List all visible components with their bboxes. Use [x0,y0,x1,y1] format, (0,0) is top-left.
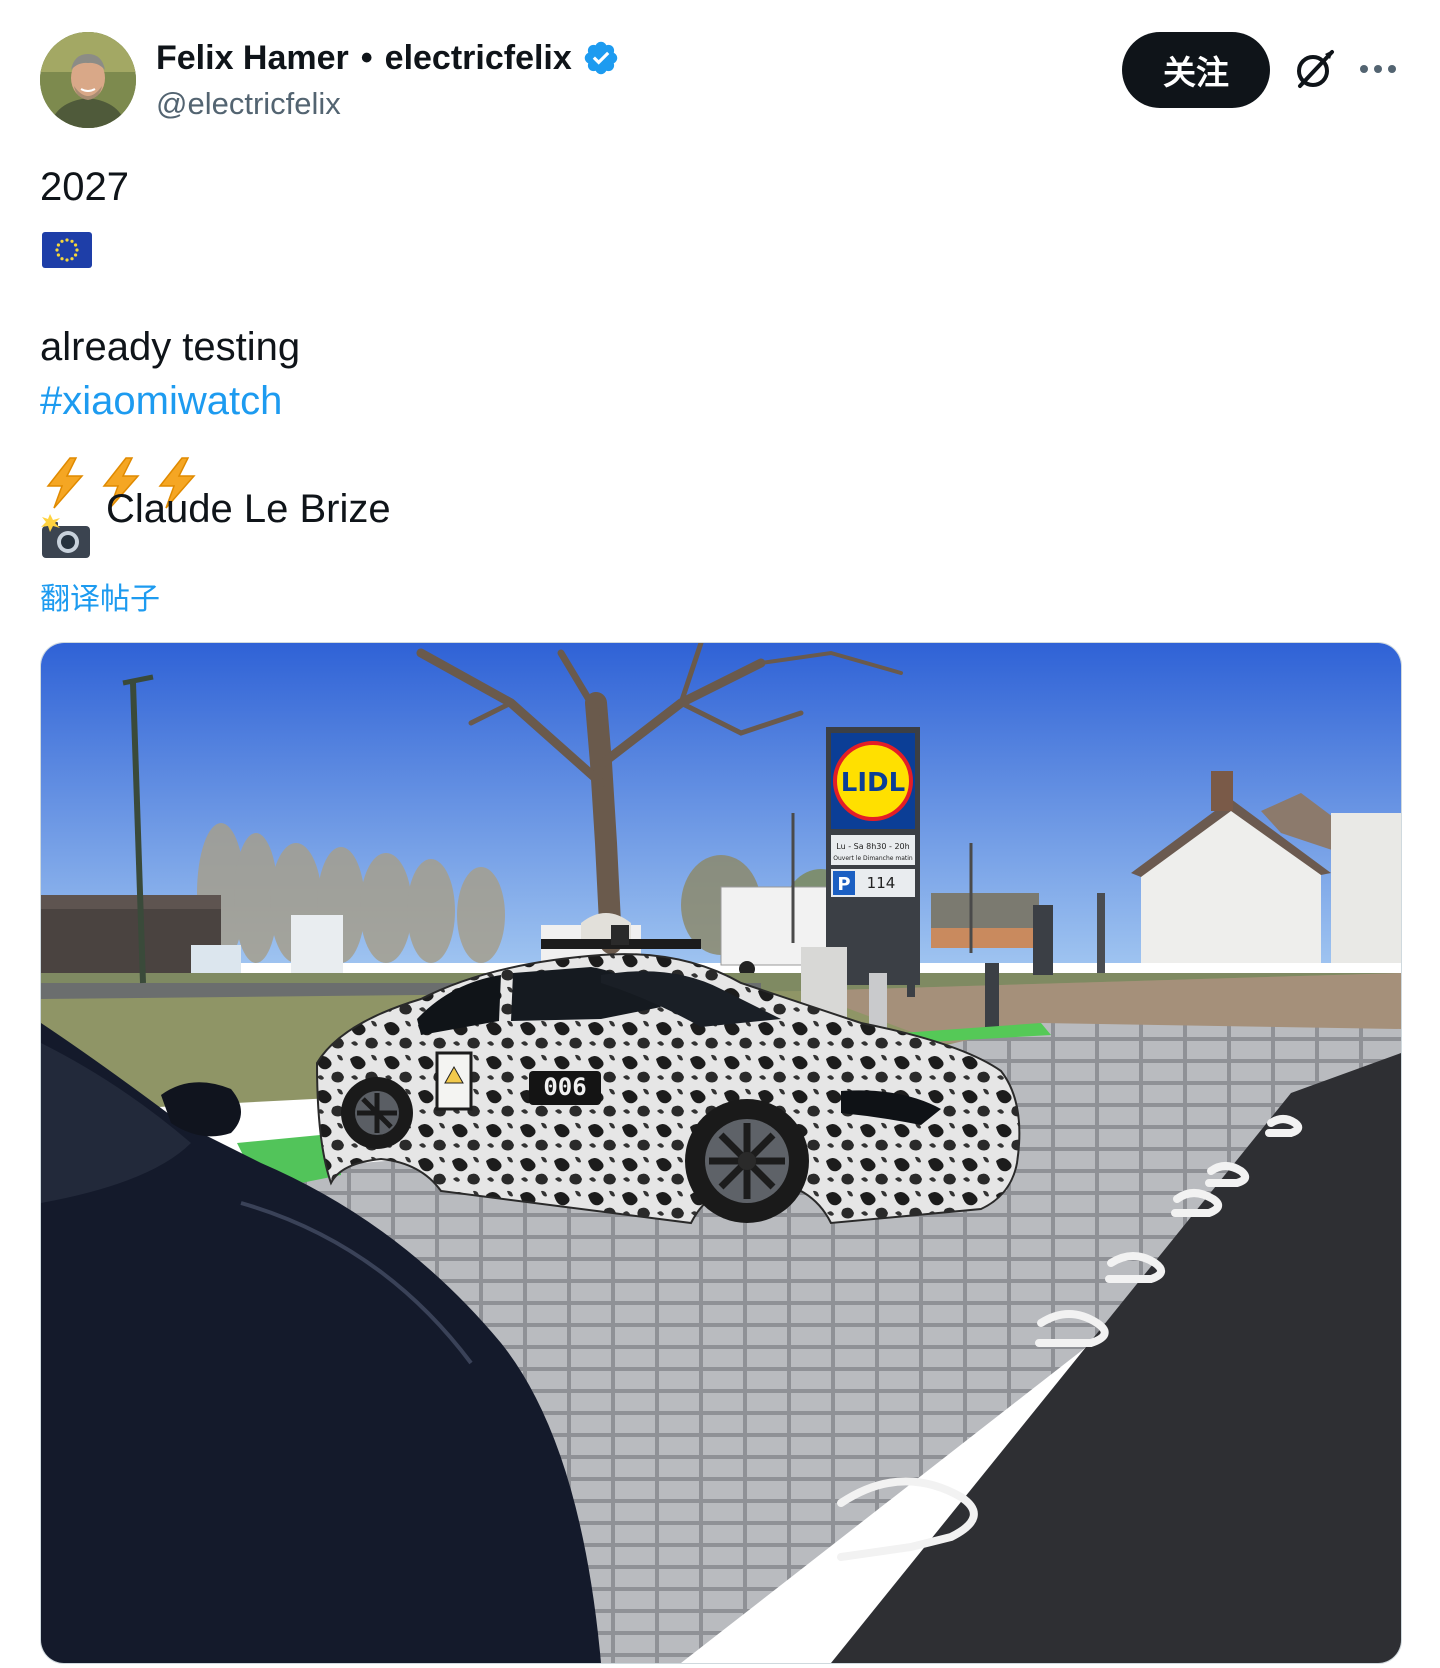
camera-flash-icon [41,514,90,558]
tweet-line-testing: already testing [40,325,301,369]
translate-post-link[interactable]: 翻译帖子 [40,574,160,618]
photo-scene: LIDL Lu - Sa 8h30 - 20h Ouvert le Dimanc… [41,643,1401,1663]
photo-credit: Claude Le Brize [106,487,391,531]
author-handle[interactable]: @electricfelix [156,86,341,122]
tweet-line-year: 2027 [40,165,129,209]
sign-hours-text: Lu - Sa 8h30 - 20h [836,842,909,851]
name-separator: • [360,38,373,77]
lightning-bolt-icon [46,457,84,509]
sign-sunday-text: Ouvert le Dimanche matin [833,855,913,862]
tweet-card: Felix Hamer • electricfelix @electricfel… [0,0,1440,1668]
avatar[interactable] [40,32,136,128]
lidl-logo-text: LIDL [841,768,905,798]
author-name-row[interactable]: Felix Hamer • electricfelix [156,36,620,80]
tweet-photo[interactable]: LIDL Lu - Sa 8h30 - 20h Ouvert le Dimanc… [40,642,1402,1664]
eu-flag-icon [42,232,92,268]
verified-badge-icon [584,41,618,75]
brand-name[interactable]: electricfelix [385,39,572,78]
hashtag-link[interactable]: #xiaomiwatch [40,376,282,426]
grok-icon[interactable] [1292,46,1338,92]
display-name[interactable]: Felix Hamer [156,39,349,78]
follow-button[interactable]: 关注 [1122,32,1270,108]
car-number-text: 006 [543,1073,586,1101]
parking-letter: P [837,874,850,895]
parking-count: 114 [867,874,896,892]
more-icon[interactable] [1358,52,1398,86]
